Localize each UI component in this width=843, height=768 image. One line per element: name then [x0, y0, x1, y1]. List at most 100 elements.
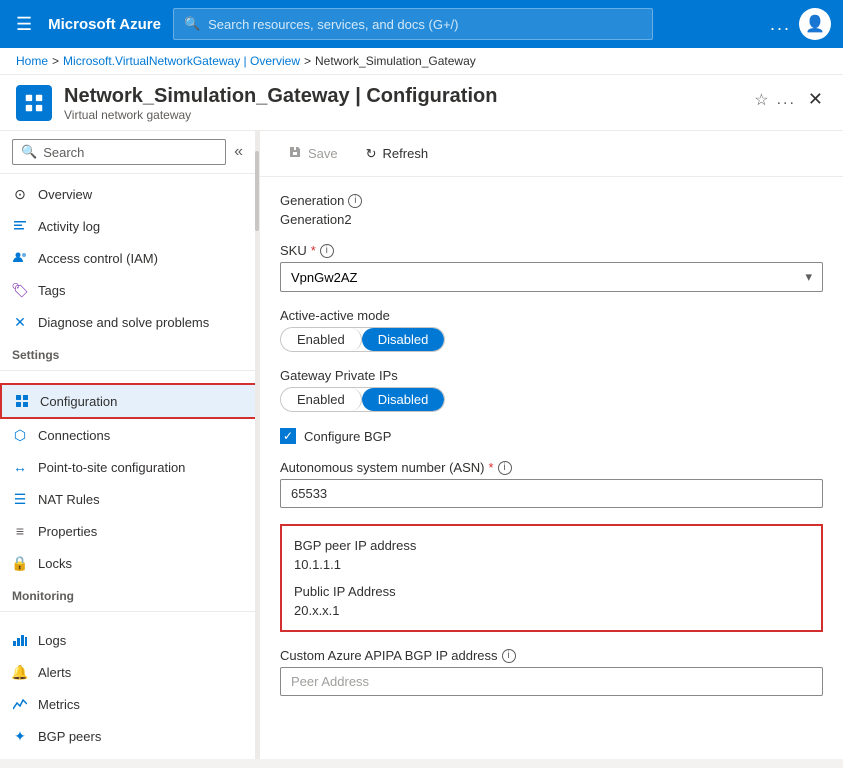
- active-active-disabled-btn[interactable]: Disabled: [362, 328, 445, 351]
- sku-info-icon[interactable]: i: [320, 244, 334, 258]
- generation-field: Generation i Generation2: [280, 193, 823, 227]
- locks-icon: 🔒: [12, 555, 28, 571]
- app-logo: Microsoft Azure: [48, 16, 161, 33]
- save-icon: [288, 145, 302, 162]
- sku-value: VpnGw2AZ: [291, 270, 357, 285]
- sidebar-item-label: Diagnose and solve problems: [38, 315, 209, 330]
- peer-address-input[interactable]: [280, 667, 823, 696]
- close-button[interactable]: ✕: [804, 85, 827, 114]
- gateway-private-ips-field: Gateway Private IPs Enabled Disabled: [280, 368, 823, 412]
- access-control-icon: [12, 250, 28, 266]
- tags-icon: 🏷: [12, 282, 28, 298]
- bgp-peer-ip-value: 10.1.1.1: [294, 557, 809, 572]
- search-icon: 🔍: [184, 16, 200, 32]
- sidebar-item-connections[interactable]: ⬡ Connections: [0, 419, 259, 451]
- custom-apipa-label: Custom Azure APIPA BGP IP address i: [280, 648, 823, 663]
- active-active-toggle: Enabled Disabled: [280, 327, 445, 352]
- sidebar-scrollbar-thumb[interactable]: [255, 151, 259, 231]
- gateway-private-ips-enabled-btn[interactable]: Enabled: [281, 388, 362, 411]
- sidebar-item-label: Point-to-site configuration: [38, 460, 185, 475]
- breadcrumb-current: Network_Simulation_Gateway: [315, 54, 476, 68]
- more-options-icon[interactable]: ...: [777, 91, 796, 109]
- sidebar-item-configuration[interactable]: Configuration: [0, 383, 259, 419]
- asn-info-icon[interactable]: i: [498, 461, 512, 475]
- sidebar-item-label: Metrics: [38, 697, 80, 712]
- sidebar-item-point-to-site[interactable]: ↔ Point-to-site configuration: [0, 451, 259, 483]
- config-content: Generation i Generation2 SKU * i VpnGw2A…: [260, 177, 843, 728]
- avatar[interactable]: 👤: [799, 8, 831, 40]
- sidebar-item-label: Access control (IAM): [38, 251, 158, 266]
- refresh-icon: ↻: [366, 146, 377, 162]
- global-search-box[interactable]: 🔍 Search resources, services, and docs (…: [173, 8, 653, 40]
- gateway-private-ips-disabled-btn[interactable]: Disabled: [362, 388, 445, 411]
- content-area: Save ↻ Refresh Generation i Generation2 …: [260, 131, 843, 759]
- configure-bgp-row: ✓ Configure BGP: [280, 428, 823, 444]
- sidebar-collapse-button[interactable]: «: [230, 139, 247, 165]
- global-search-placeholder: Search resources, services, and docs (G+…: [208, 17, 458, 32]
- topbar-actions: ... 👤: [770, 8, 831, 40]
- avatar-icon: 👤: [805, 14, 825, 34]
- sidebar-item-nat-rules[interactable]: ☰ NAT Rules: [0, 483, 259, 515]
- gateway-private-ips-label: Gateway Private IPs: [280, 368, 823, 383]
- sidebar-item-advisor[interactable]: Advisor Recommendations: [0, 752, 259, 759]
- star-icon[interactable]: ☆: [754, 90, 768, 110]
- nat-rules-icon: ☰: [12, 491, 28, 507]
- custom-apipa-info-icon[interactable]: i: [502, 649, 516, 663]
- properties-icon: ≡: [12, 523, 28, 539]
- asn-field: Autonomous system number (ASN) * i: [280, 460, 823, 508]
- sidebar-item-label: Configuration: [40, 394, 117, 409]
- sidebar-item-tags[interactable]: 🏷 Tags: [0, 274, 259, 306]
- sidebar-item-label: Tags: [38, 283, 65, 298]
- refresh-label: Refresh: [383, 146, 429, 161]
- sidebar-search-box[interactable]: 🔍 Search: [12, 139, 226, 165]
- sidebar-item-metrics[interactable]: Metrics: [0, 688, 259, 720]
- breadcrumb-overview[interactable]: Microsoft.VirtualNetworkGateway | Overvi…: [63, 54, 300, 68]
- sku-label: SKU * i: [280, 243, 823, 258]
- sidebar-item-label: Overview: [38, 187, 92, 202]
- sidebar-item-properties[interactable]: ≡ Properties: [0, 515, 259, 547]
- sidebar-item-activity-log[interactable]: Activity log: [0, 210, 259, 242]
- configure-bgp-label: Configure BGP: [304, 429, 391, 444]
- hamburger-icon[interactable]: ☰: [12, 10, 36, 39]
- sidebar-item-label: Properties: [38, 524, 97, 539]
- refresh-button[interactable]: ↻ Refresh: [354, 140, 440, 168]
- sidebar-search-placeholder: Search: [43, 145, 84, 160]
- breadcrumb: Home > Microsoft.VirtualNetworkGateway |…: [0, 48, 843, 75]
- sidebar-item-alerts[interactable]: 🔔 Alerts: [0, 656, 259, 688]
- sidebar-item-label: Locks: [38, 556, 72, 571]
- active-active-label: Active-active mode: [280, 308, 823, 323]
- custom-apipa-field: Custom Azure APIPA BGP IP address i: [280, 648, 823, 696]
- public-ip-label: Public IP Address: [294, 584, 809, 599]
- sku-select[interactable]: VpnGw2AZ ▾: [280, 262, 823, 292]
- breadcrumb-home[interactable]: Home: [16, 54, 48, 68]
- logs-icon: [12, 632, 28, 648]
- sidebar-item-locks[interactable]: 🔒 Locks: [0, 547, 259, 579]
- sidebar-item-diagnose[interactable]: ✕ Diagnose and solve problems: [0, 306, 259, 338]
- sidebar-item-bgp-peers[interactable]: ✦ BGP peers: [0, 720, 259, 752]
- asn-required: *: [488, 460, 493, 475]
- point-to-site-icon: ↔: [12, 459, 28, 475]
- bgp-peer-ip-label: BGP peer IP address: [294, 538, 809, 553]
- active-active-enabled-btn[interactable]: Enabled: [281, 328, 362, 351]
- asn-input[interactable]: [280, 479, 823, 508]
- main-layout: 🔍 Search « ⊙ Overview Activity log A: [0, 131, 843, 759]
- configure-bgp-checkbox[interactable]: ✓: [280, 428, 296, 444]
- generation-info-icon[interactable]: i: [348, 194, 362, 208]
- save-button[interactable]: Save: [276, 139, 350, 168]
- sku-required: *: [311, 243, 316, 258]
- topbar-more-icon[interactable]: ...: [770, 14, 791, 35]
- generation-value: Generation2: [280, 212, 823, 227]
- sidebar-item-label: BGP peers: [38, 729, 101, 744]
- sidebar-item-label: Activity log: [38, 219, 100, 234]
- sidebar-scrollbar: [255, 131, 259, 759]
- sidebar-item-access-control[interactable]: Access control (IAM): [0, 242, 259, 274]
- sidebar-item-label: NAT Rules: [38, 492, 100, 507]
- sidebar-item-logs[interactable]: Logs: [0, 624, 259, 656]
- asn-label: Autonomous system number (ASN) * i: [280, 460, 823, 475]
- resource-type-icon: [16, 85, 52, 121]
- diagnose-icon: ✕: [12, 314, 28, 330]
- bgp-section: BGP peer IP address 10.1.1.1 Public IP A…: [280, 524, 823, 632]
- public-ip-value: 20.x.x.1: [294, 603, 809, 618]
- connections-icon: ⬡: [12, 427, 28, 443]
- sidebar-item-overview[interactable]: ⊙ Overview: [0, 178, 259, 210]
